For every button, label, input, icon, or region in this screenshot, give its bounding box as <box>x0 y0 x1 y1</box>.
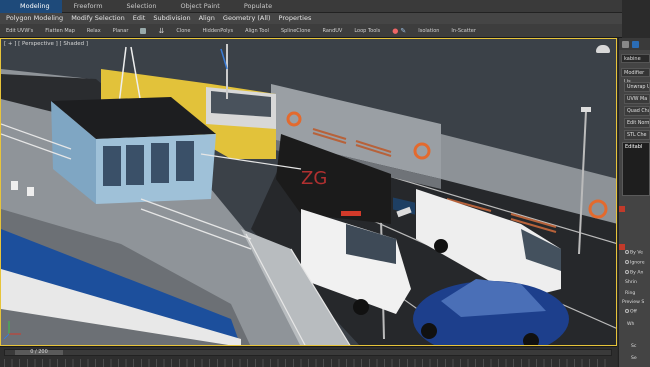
option-by-angle-label: By An <box>630 270 644 276</box>
isolation-label: Isolation <box>418 27 440 34</box>
panel-properties[interactable]: Properties <box>275 13 316 24</box>
stack-item-editable[interactable]: Editabl <box>623 143 649 151</box>
modifier-list-dropdown[interactable]: Modifier Lis <box>621 68 650 85</box>
command-panel: kabine Modifier Lis Unwrap U UVW Ma Quad… <box>618 38 650 367</box>
timeline-ruler[interactable] <box>4 359 612 367</box>
stl-check-button[interactable]: STL Che <box>624 130 650 140</box>
preview-off-radio[interactable]: Off <box>625 309 637 315</box>
timeline: 0 / 200 <box>0 346 617 367</box>
in-scatter-button[interactable]: In-Scatter <box>445 28 482 34</box>
option-by-vertex-label: By Ve <box>630 250 643 256</box>
viewport-label[interactable]: [ + ] [ Perspective ] [ Shaded ] <box>4 41 88 47</box>
clone-label: Clone <box>176 27 191 34</box>
randuv-label: RandUV <box>322 27 343 34</box>
hiddenpolys-button[interactable]: HiddenPolys <box>197 28 240 34</box>
panel-subdivision[interactable]: Subdivision <box>149 13 194 24</box>
hiddenpolys-label: HiddenPolys <box>202 27 234 34</box>
ferry-scene[interactable]: ZG <box>1 39 617 346</box>
whole-label: Wh <box>627 322 635 327</box>
chevron-double-down-icon[interactable]: ⇊ <box>152 27 170 35</box>
object-name-field[interactable]: kabine <box>621 54 650 63</box>
viewcube-icon[interactable] <box>596 45 610 53</box>
red-marker-icon <box>619 206 625 212</box>
panel-edit[interactable]: Edit <box>129 13 150 24</box>
custom-toolbar: Edit UVW's Flatten Map Relax Planar ⇊ Cl… <box>0 24 622 38</box>
ring-button[interactable]: Ring <box>625 291 635 296</box>
in-scatter-label: In-Scatter <box>451 27 476 34</box>
clone-button[interactable]: Clone <box>170 28 196 34</box>
option-by-angle[interactable]: By An <box>625 270 643 276</box>
perspective-viewport[interactable]: [ + ] [ Perspective ] [ Shaded ] ZG <box>0 38 617 346</box>
quad-chamfer-button[interactable]: Quad Cha <box>624 106 650 116</box>
tab-freeform[interactable]: Freeform <box>62 0 115 13</box>
tab-selection[interactable]: Selection <box>115 0 169 13</box>
option-ignore-label: Ignore <box>630 260 645 266</box>
panel-polygon-modeling[interactable]: Polygon Modeling <box>0 13 67 24</box>
frame-readout[interactable]: 0 / 200 <box>15 350 63 355</box>
selection-label: Se <box>631 356 637 361</box>
tab-modeling[interactable]: Modeling <box>0 0 62 13</box>
edit-normals-button[interactable]: Edit Norm <box>624 118 650 128</box>
unwrap-uvw-button[interactable]: Unwrap U <box>624 82 650 92</box>
align-tool-label: Align Tool <box>245 27 269 34</box>
loop-tools-button[interactable]: Loop Tools <box>348 28 386 34</box>
planar-label: Planar <box>112 27 129 34</box>
color-picker-icon[interactable]: ● ✎ <box>386 27 412 35</box>
modify-tab-icon[interactable] <box>632 40 639 48</box>
watermark-logo: ZG <box>301 168 327 189</box>
command-panel-tabs <box>619 38 650 50</box>
preview-off-label: Off <box>630 309 637 315</box>
relax-button[interactable]: Relax <box>81 28 107 34</box>
ribbon-panels: Polygon Modeling Modify Selection Edit S… <box>0 13 622 24</box>
splineclone-button[interactable]: SplineClone <box>275 28 317 34</box>
copy-icon[interactable] <box>134 27 152 34</box>
shrink-button[interactable]: Shrin <box>625 280 637 285</box>
loop-tools-label: Loop Tools <box>354 27 381 34</box>
panel-align[interactable]: Align <box>195 13 219 24</box>
create-tab-icon[interactable] <box>622 40 629 48</box>
scroll-label: Sc <box>631 344 637 349</box>
align-tool-button[interactable]: Align Tool <box>239 28 275 34</box>
edit-uvws-button[interactable]: Edit UVW's <box>0 28 39 34</box>
preview-selection-label: Preview S <box>622 300 645 305</box>
flatten-map-label: Flatten Map <box>45 27 75 34</box>
randuv-button[interactable]: RandUV <box>317 28 349 34</box>
time-slider[interactable]: 0 / 200 <box>4 349 612 356</box>
edit-uvws-label: Edit UVW's <box>6 27 34 34</box>
isolation-button[interactable]: Isolation <box>412 28 445 34</box>
ribbon-tabs: Modeling Freeform Selection Object Paint… <box>0 0 622 13</box>
relax-label: Relax <box>86 27 101 34</box>
modifier-stack[interactable]: Editabl <box>622 142 650 196</box>
tab-object-paint[interactable]: Object Paint <box>169 0 232 13</box>
flatten-map-button[interactable]: Flatten Map <box>39 28 81 34</box>
tab-populate[interactable]: Populate <box>232 0 284 13</box>
panel-geometry-all[interactable]: Geometry (All) <box>219 13 275 24</box>
panel-modify-selection[interactable]: Modify Selection <box>67 13 129 24</box>
splineclone-label: SplineClone <box>280 27 311 34</box>
option-by-vertex[interactable]: By Ve <box>625 250 643 256</box>
uvw-map-button[interactable]: UVW Ma <box>624 94 650 104</box>
option-ignore[interactable]: Ignore <box>625 260 645 266</box>
planar-button[interactable]: Planar <box>107 28 135 34</box>
